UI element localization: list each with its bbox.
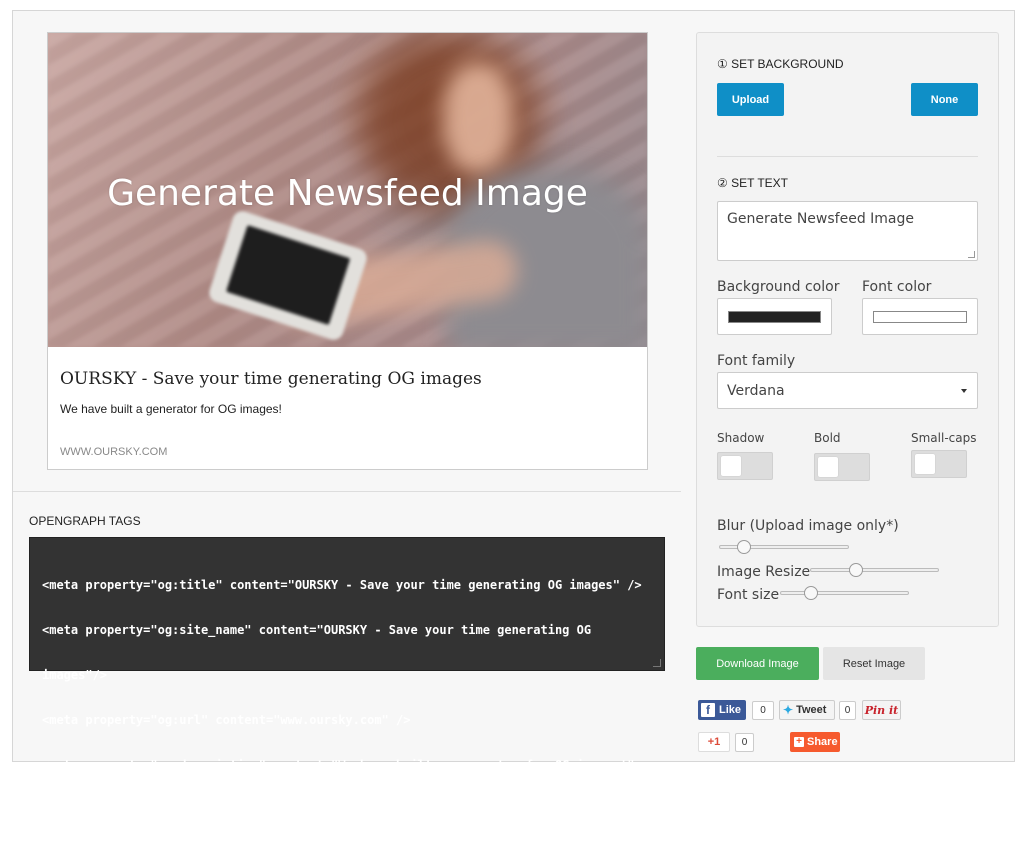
og-line: images"/> <box>42 668 108 682</box>
background-color-swatch <box>728 311 821 323</box>
blur-slider[interactable] <box>719 540 849 554</box>
og-line: <meta property="og:site_name" content="O… <box>42 623 592 637</box>
og-line: <meta property="og:title" content="OURSK… <box>42 578 642 592</box>
text-input[interactable]: Generate Newsfeed Image <box>717 201 978 261</box>
font-size-label: Font size <box>717 587 780 603</box>
panel-divider <box>717 156 978 157</box>
font-family-value: Verdana <box>727 382 785 399</box>
og-line: <meta property="og:type" content="websit… <box>42 818 368 832</box>
plus-icon: + <box>794 737 804 747</box>
facebook-like-button[interactable]: f Like <box>698 700 746 720</box>
font-family-label: Font family <box>717 353 796 369</box>
opengraph-label: OPENGRAPH TAGS <box>29 514 141 528</box>
none-button[interactable]: None <box>911 83 978 116</box>
reset-image-button[interactable]: Reset Image <box>823 647 925 680</box>
font-color-label: Font color <box>862 279 932 295</box>
google-plus-button[interactable]: +1 <box>698 732 730 752</box>
preview-image-text: Generate Newsfeed Image <box>107 173 588 214</box>
bold-toggle[interactable] <box>814 453 870 481</box>
blur-label: Blur (Upload image only*) <box>717 518 899 534</box>
upload-button[interactable]: Upload <box>717 83 784 116</box>
resize-grip-icon[interactable] <box>968 251 975 258</box>
og-preview-card: Generate Newsfeed Image OURSKY - Save yo… <box>47 32 648 470</box>
tweet-count: 0 <box>839 701 856 720</box>
opengraph-code-textarea[interactable]: <meta property="og:title" content="OURSK… <box>29 537 665 832</box>
resize-grip-icon[interactable] <box>653 659 661 667</box>
font-size-slider[interactable] <box>780 586 909 600</box>
pinit-button[interactable]: Pin it <box>862 700 901 720</box>
preview-title: OURSKY - Save your time generating OG im… <box>60 369 482 389</box>
font-family-select[interactable]: Verdana <box>717 372 978 409</box>
preview-domain: WWW.OURSKY.COM <box>60 446 168 458</box>
background-color-picker[interactable] <box>717 298 832 335</box>
og-line: <meta property="og:url" content="www.our… <box>42 713 411 727</box>
twitter-bird-icon: ✦ <box>783 703 794 717</box>
google-plus-count: 0 <box>735 733 754 752</box>
text-input-value: Generate Newsfeed Image <box>727 211 915 227</box>
tweet-label: Tweet <box>796 704 827 716</box>
preview-background-image: Generate Newsfeed Image <box>48 33 647 347</box>
font-size-slider-thumb[interactable] <box>803 586 818 600</box>
facebook-icon: f <box>701 703 715 717</box>
share-button[interactable]: + Share <box>790 732 840 752</box>
like-count: 0 <box>752 701 774 720</box>
blur-slider-thumb[interactable] <box>737 540 752 554</box>
bold-label: Bold <box>814 431 841 445</box>
smallcaps-label: Small-caps <box>911 431 977 445</box>
image-resize-slider-thumb[interactable] <box>849 563 864 577</box>
like-label: Like <box>719 704 742 716</box>
image-resize-label: Image Resize <box>717 564 811 580</box>
og-line: <meta property="og:description" content=… <box>42 758 642 787</box>
preview-description: We have built a generator for OG images! <box>60 402 282 416</box>
section-divider <box>13 491 681 492</box>
background-color-label: Background color <box>717 279 840 295</box>
image-resize-slider[interactable] <box>810 563 939 577</box>
download-image-button[interactable]: Download Image <box>696 647 819 680</box>
caret-down-icon <box>961 389 967 393</box>
set-background-heading: ① SET BACKGROUND <box>717 57 844 71</box>
settings-panel: ① SET BACKGROUND Upload None ② SET TEXT … <box>696 32 999 627</box>
shadow-label: Shadow <box>717 431 765 445</box>
share-label: Share <box>807 736 838 748</box>
smallcaps-toggle[interactable] <box>911 450 967 478</box>
tweet-button[interactable]: ✦ Tweet <box>779 700 835 720</box>
font-color-picker[interactable] <box>862 298 978 335</box>
set-text-heading: ② SET TEXT <box>717 176 788 190</box>
shadow-toggle[interactable] <box>717 452 773 480</box>
font-color-swatch <box>873 311 967 323</box>
google-plus-label: +1 <box>707 736 721 748</box>
